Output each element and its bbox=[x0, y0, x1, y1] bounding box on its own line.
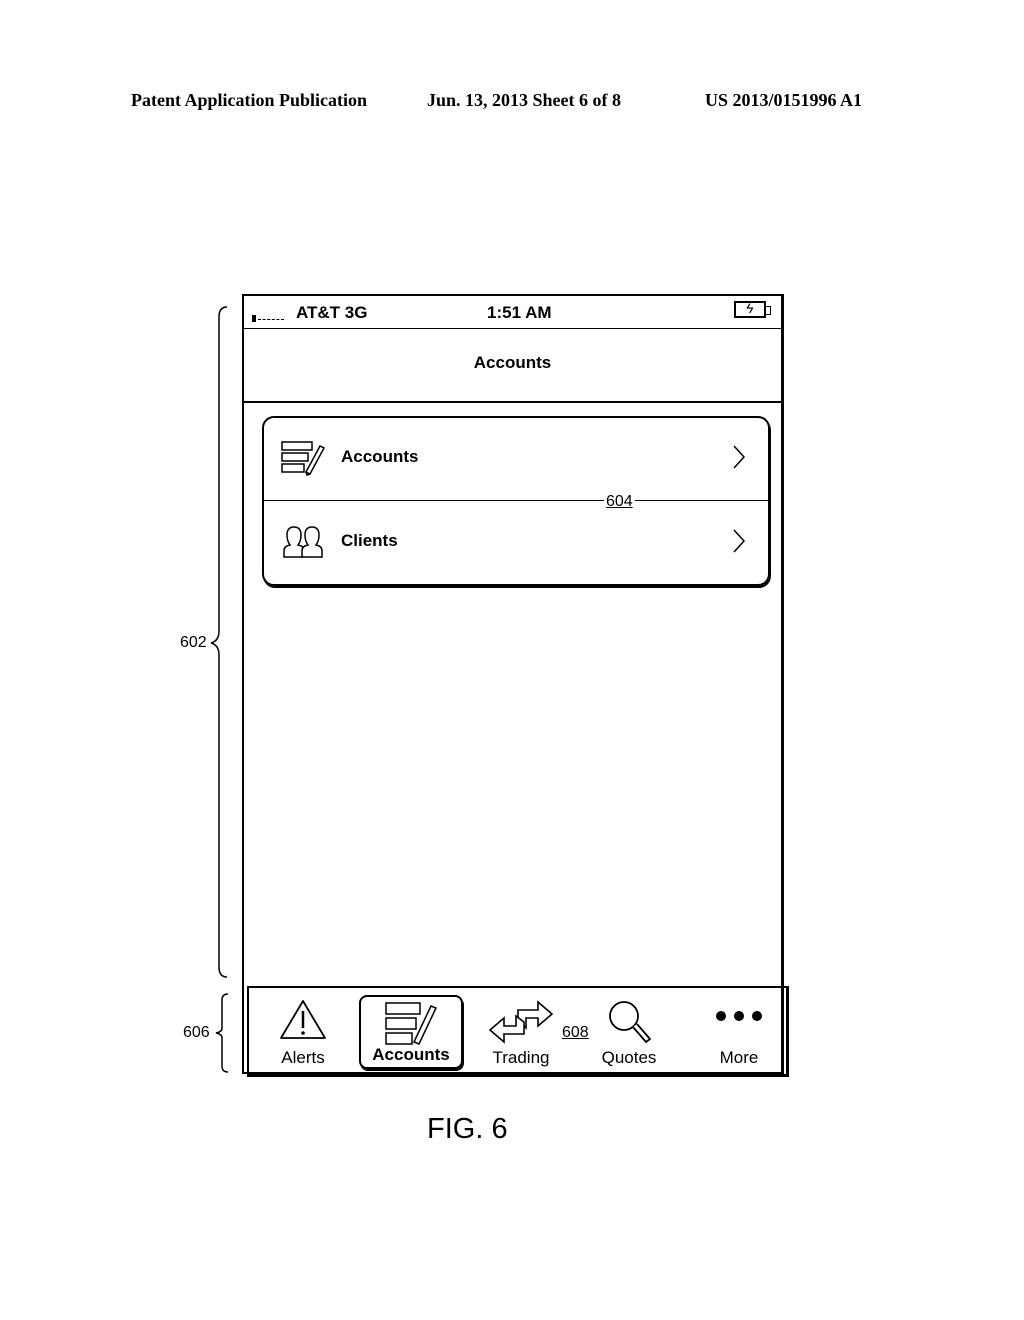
signal-strength-icon bbox=[252, 315, 256, 322]
menu-item-label: Accounts bbox=[341, 447, 419, 466]
ref-numeral-602: 602 bbox=[180, 634, 207, 651]
tab-more[interactable]: More bbox=[704, 988, 774, 1074]
signal-bars-empty bbox=[258, 319, 284, 320]
accounts-edit-icon bbox=[281, 441, 326, 476]
alert-triangle-icon bbox=[280, 1000, 326, 1039]
figure-label: FIG. 6 bbox=[427, 1113, 508, 1145]
menu-item-accounts[interactable]: Accounts bbox=[264, 418, 768, 501]
ref-numeral-606: 606 bbox=[183, 1024, 210, 1041]
trade-arrows-icon bbox=[488, 1000, 554, 1044]
tab-trading[interactable]: Trading bbox=[481, 988, 561, 1074]
tab-accounts[interactable]: Accounts bbox=[359, 995, 463, 1069]
tab-quotes[interactable]: Quotes bbox=[594, 988, 664, 1074]
carrier-label: AT&T 3G bbox=[296, 303, 368, 322]
accounts-edit-icon bbox=[385, 1002, 438, 1045]
more-dots-icon bbox=[716, 1011, 762, 1021]
chevron-right-icon bbox=[733, 529, 746, 553]
page-title: Accounts bbox=[473, 353, 552, 372]
tab-label: Trading bbox=[492, 1048, 550, 1067]
ref-numeral-608: 608 bbox=[562, 1024, 589, 1041]
publication-date-sheet: Jun. 13, 2013 Sheet 6 of 8 bbox=[427, 90, 622, 110]
menu-group: Accounts 604 Clients bbox=[262, 416, 770, 586]
battery-charging-icon: ϟ bbox=[734, 300, 771, 318]
status-bar: AT&T 3G 1:51 AM ϟ bbox=[244, 296, 781, 329]
tab-label: Accounts bbox=[372, 1045, 450, 1064]
tab-bar: Alerts Accounts Trading 608 Quotes More bbox=[247, 986, 789, 1077]
tab-label: Alerts bbox=[281, 1048, 325, 1067]
brace-606 bbox=[215, 993, 229, 1073]
brace-602 bbox=[210, 306, 228, 978]
clients-people-icon bbox=[283, 526, 323, 558]
clock: 1:51 AM bbox=[487, 303, 552, 322]
tab-label: Quotes bbox=[601, 1048, 657, 1067]
menu-item-label: Clients bbox=[341, 531, 398, 550]
tab-label: More bbox=[719, 1048, 759, 1067]
chevron-right-icon bbox=[733, 445, 746, 469]
navigation-bar: Accounts bbox=[244, 328, 781, 403]
menu-item-clients[interactable]: Clients bbox=[264, 502, 768, 584]
phone-screen: AT&T 3G 1:51 AM ϟ Accounts Accounts 604 bbox=[242, 294, 784, 1074]
publication-title: Patent Application Publication bbox=[131, 90, 368, 110]
tab-alerts[interactable]: Alerts bbox=[267, 988, 339, 1074]
publication-number: US 2013/0151996 A1 bbox=[705, 90, 863, 110]
magnifier-icon bbox=[609, 1001, 652, 1044]
